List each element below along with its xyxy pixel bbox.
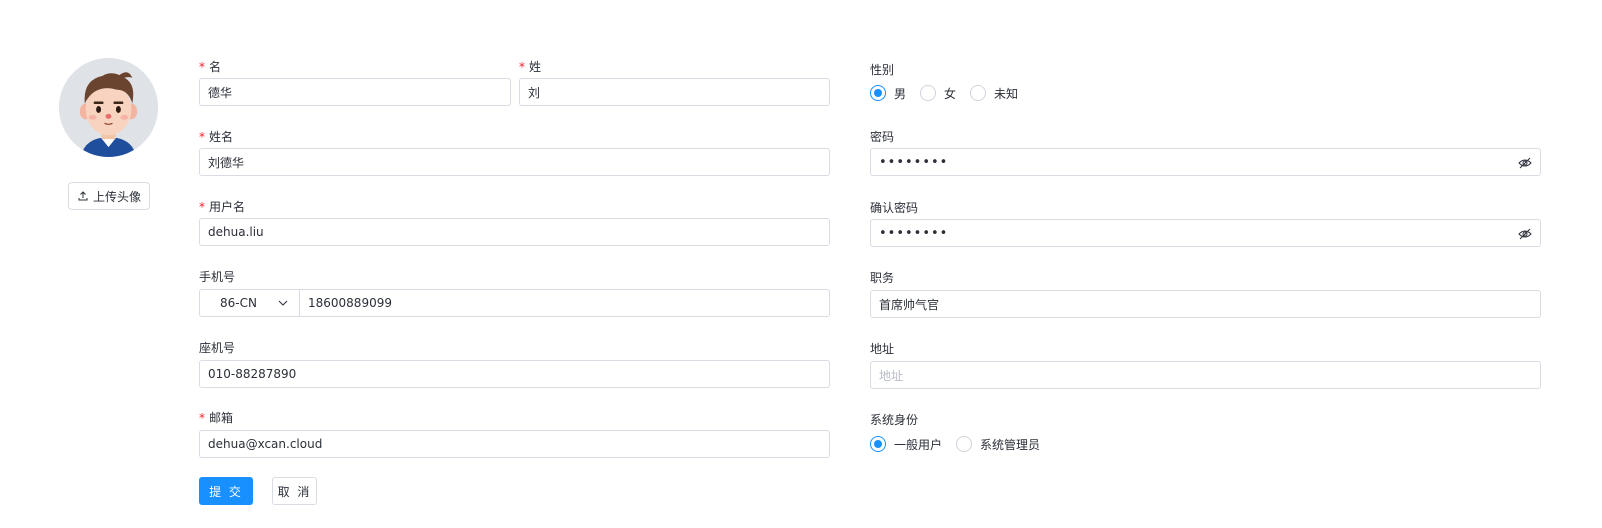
- mobile-number-input[interactable]: 18600889099: [300, 290, 829, 316]
- chevron-down-icon: [278, 300, 288, 306]
- radio-checked-icon: [870, 85, 886, 101]
- eye-invisible-icon[interactable]: [1518, 156, 1532, 170]
- username-label: * 用户名: [199, 200, 246, 214]
- country-code-select[interactable]: 86-CN: [200, 290, 300, 316]
- required-mark: *: [199, 60, 205, 74]
- password-input[interactable]: ••••••••: [870, 148, 1541, 176]
- gender-radio-group: 男 女 未知: [870, 83, 1032, 103]
- required-mark: *: [519, 60, 525, 74]
- gender-option-unknown[interactable]: 未知: [970, 85, 1018, 102]
- upload-avatar-label: 上传头像: [92, 189, 141, 204]
- landline-label: 座机号: [199, 341, 236, 355]
- upload-icon: [78, 191, 88, 201]
- full-name-input[interactable]: 刘德华: [199, 148, 830, 176]
- password-label: 密码: [870, 130, 895, 144]
- email-label: * 邮箱: [199, 411, 234, 425]
- system-role-radio-group: 一般用户 系统管理员: [870, 434, 1054, 454]
- eye-invisible-icon[interactable]: [1518, 227, 1532, 241]
- first-name-label: * 名: [199, 60, 222, 74]
- required-mark: *: [199, 411, 205, 425]
- title-label: 职务: [870, 271, 895, 285]
- last-name-label: * 姓: [519, 60, 542, 74]
- first-name-input[interactable]: 德华: [199, 78, 511, 106]
- system-role-label: 系统身份: [870, 413, 919, 427]
- gender-label: 性别: [870, 63, 895, 77]
- upload-avatar-button[interactable]: 上传头像: [68, 182, 150, 210]
- landline-input[interactable]: 010-88287890: [199, 360, 830, 388]
- required-mark: *: [199, 200, 205, 214]
- full-name-label: * 姓名: [199, 130, 234, 144]
- address-input[interactable]: 地址: [870, 361, 1541, 389]
- radio-unchecked-icon: [920, 85, 937, 101]
- mobile-field: 86-CN 18600889099: [199, 289, 830, 317]
- system-role-option-user[interactable]: 一般用户: [870, 436, 942, 453]
- title-input[interactable]: 首席帅气官: [870, 290, 1541, 318]
- gender-option-female[interactable]: 女: [920, 85, 956, 102]
- confirm-password-label: 确认密码: [870, 201, 919, 215]
- confirm-password-input[interactable]: ••••••••: [870, 219, 1541, 247]
- system-role-option-admin[interactable]: 系统管理员: [956, 436, 1040, 453]
- submit-button[interactable]: 提 交: [199, 477, 253, 505]
- address-label: 地址: [870, 342, 895, 356]
- email-input[interactable]: dehua@xcan.cloud: [199, 430, 830, 458]
- radio-checked-icon: [870, 436, 886, 452]
- cancel-button[interactable]: 取 消: [272, 477, 317, 505]
- required-mark: *: [199, 130, 205, 144]
- avatar: [59, 58, 158, 157]
- radio-unchecked-icon: [956, 436, 973, 452]
- avatar-image: [59, 58, 158, 157]
- radio-unchecked-icon: [970, 85, 987, 101]
- mobile-label: 手机号: [199, 270, 236, 284]
- username-input[interactable]: dehua.liu: [199, 218, 830, 246]
- gender-option-male[interactable]: 男: [870, 85, 906, 102]
- last-name-input[interactable]: 刘: [519, 78, 830, 106]
